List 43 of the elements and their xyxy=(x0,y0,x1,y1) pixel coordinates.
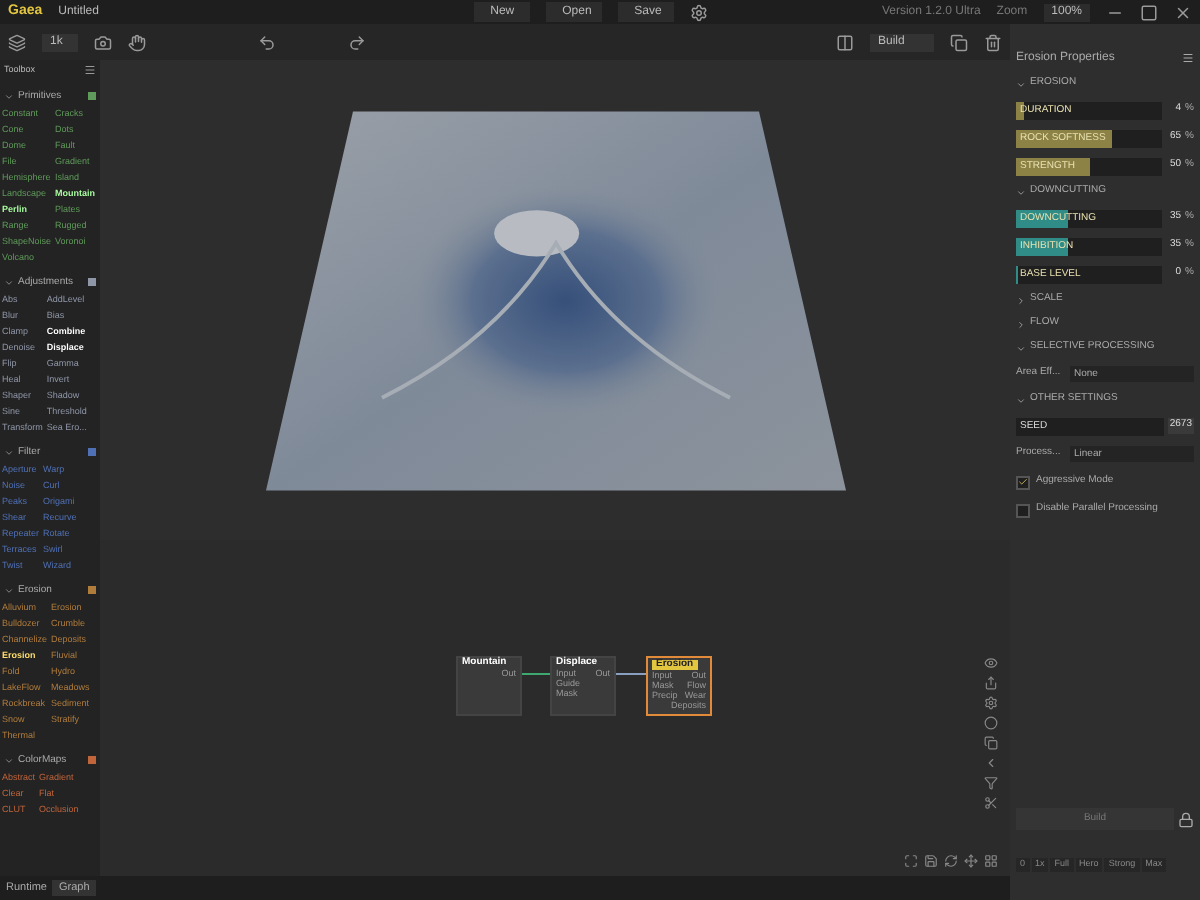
chevron-icon[interactable] xyxy=(1016,79,1026,89)
copy-icon[interactable] xyxy=(950,33,968,51)
eye-icon[interactable] xyxy=(984,656,998,670)
chevron-icon[interactable] xyxy=(1016,395,1026,405)
lock-icon[interactable] xyxy=(1178,811,1194,827)
chevron-icon[interactable] xyxy=(4,277,14,287)
checkbox[interactable] xyxy=(1016,503,1030,517)
undo-icon[interactable] xyxy=(258,33,276,51)
connector-line xyxy=(521,673,551,675)
split-view-icon[interactable] xyxy=(836,33,854,51)
layers-icon[interactable] xyxy=(8,33,26,51)
menu-icon[interactable] xyxy=(84,64,96,76)
chevron-icon[interactable] xyxy=(4,91,14,101)
chevron-icon[interactable] xyxy=(1016,295,1026,305)
chevron-icon[interactable] xyxy=(1016,343,1026,353)
settings-icon[interactable] xyxy=(690,3,709,21)
checkbox[interactable] xyxy=(1016,475,1030,489)
maximize-icon[interactable] xyxy=(1140,3,1158,21)
chevron-icon[interactable] xyxy=(4,585,14,595)
refresh-icon[interactable] xyxy=(944,854,958,868)
connector-line xyxy=(615,673,647,675)
scissors-icon[interactable] xyxy=(984,796,998,810)
save-icon[interactable] xyxy=(924,854,938,868)
trash-icon[interactable] xyxy=(984,33,1002,51)
close-icon[interactable] xyxy=(1174,3,1192,21)
chevron-icon[interactable] xyxy=(1016,319,1026,329)
fit-view-icon[interactable] xyxy=(904,854,918,868)
move-icon[interactable] xyxy=(964,854,978,868)
copy-icon[interactable] xyxy=(984,736,998,750)
collapse-icon[interactable] xyxy=(984,756,998,770)
menu-icon[interactable] xyxy=(1182,52,1194,64)
redo-icon[interactable] xyxy=(348,33,366,51)
hand-icon[interactable] xyxy=(128,33,146,51)
chevron-icon[interactable] xyxy=(4,755,14,765)
chevron-icon[interactable] xyxy=(4,447,14,457)
settings-icon[interactable] xyxy=(984,696,998,710)
filter-icon[interactable] xyxy=(984,776,998,790)
chevron-icon[interactable] xyxy=(1016,187,1026,197)
camera-icon[interactable] xyxy=(94,33,112,51)
export-icon[interactable] xyxy=(984,676,998,690)
grid-icon[interactable] xyxy=(984,854,998,868)
check-icon xyxy=(1018,476,1028,488)
circle-icon[interactable] xyxy=(984,716,998,730)
